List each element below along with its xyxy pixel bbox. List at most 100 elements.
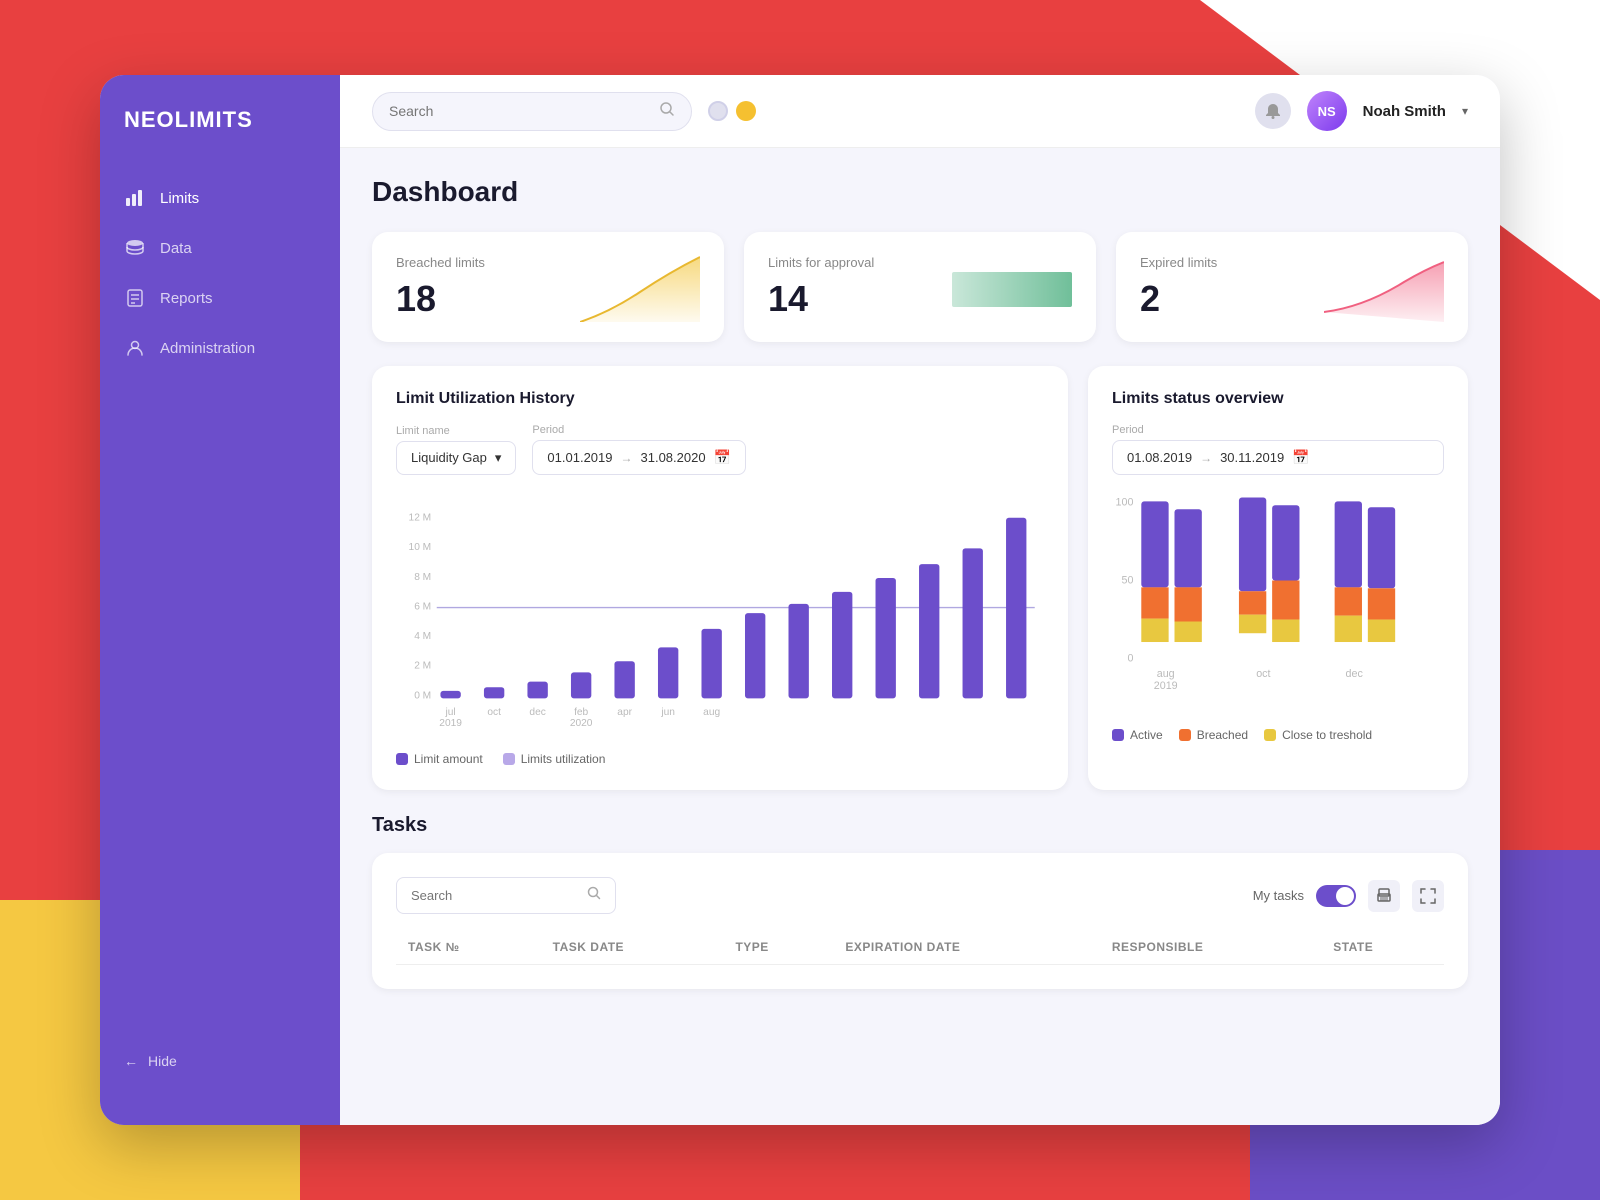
status-legend: Active Breached Close to treshold (1112, 728, 1444, 742)
utilization-chart-card: Limit Utilization History Limit name Liq… (372, 366, 1068, 790)
status-calendar-icon: 📅 (1292, 449, 1309, 466)
topbar-right: NS Noah Smith ▾ (1255, 91, 1468, 131)
svg-text:6 M: 6 M (414, 601, 431, 612)
svg-text:4 M: 4 M (414, 631, 431, 642)
stat-card-approval: Limits for approval 14 (744, 232, 1096, 342)
sidebar-item-data-label: Data (160, 240, 192, 257)
approval-label: Limits for approval (768, 255, 874, 270)
expired-value: 2 (1140, 278, 1217, 320)
svg-text:2 M: 2 M (414, 661, 431, 672)
print-button[interactable] (1368, 880, 1400, 912)
period-control: Period 01.01.2019 → 31.08.2020 📅 (532, 424, 746, 475)
tasks-card: My tasks (372, 853, 1468, 989)
breached-chart (580, 252, 700, 322)
search-icon (659, 101, 675, 122)
admin-icon (124, 337, 146, 359)
svg-text:dec: dec (1346, 668, 1364, 680)
calendar-icon: 📅 (714, 449, 731, 466)
app-container: NEOLIMITS Limits (100, 75, 1500, 1125)
tasks-search-input[interactable] (411, 888, 579, 903)
tasks-search-icon (587, 886, 601, 905)
tasks-table: Task № Task date Type Expiration date Re… (396, 930, 1444, 965)
period-start: 01.01.2019 (547, 450, 612, 465)
page-title: Dashboard (372, 176, 1468, 208)
col-task-date: Task date (541, 930, 724, 965)
period-label: Period (532, 424, 746, 436)
sidebar-nav: Limits Data (100, 173, 340, 373)
bar-chart-container: 12 M 10 M 8 M 6 M 4 M 2 M 0 M (396, 495, 1044, 740)
svg-text:8 M: 8 M (414, 572, 431, 583)
expired-chart (1324, 252, 1444, 322)
light-theme-dot[interactable] (708, 101, 728, 121)
breached-label: Breached limits (396, 255, 485, 270)
report-icon (124, 287, 146, 309)
tasks-controls: My tasks (1253, 880, 1444, 912)
status-period-control: Period 01.08.2019 → 30.11.2019 📅 (1112, 424, 1444, 475)
dark-theme-dot[interactable] (736, 101, 756, 121)
svg-text:oct: oct (1256, 668, 1270, 680)
date-range[interactable]: 01.01.2019 → 31.08.2020 📅 (532, 440, 746, 475)
col-task-no: Task № (396, 930, 541, 965)
user-name: Noah Smith (1363, 103, 1446, 120)
svg-text:0 M: 0 M (414, 690, 431, 701)
limit-amount-label: Limit amount (414, 752, 483, 766)
sidebar-item-administration-label: Administration (160, 340, 255, 357)
user-avatar: NS (1307, 91, 1347, 131)
legend-active: Active (1112, 728, 1163, 742)
expired-label: Expired limits (1140, 255, 1217, 270)
svg-text:100: 100 (1116, 496, 1134, 508)
status-date-range[interactable]: 01.08.2019 → 30.11.2019 📅 (1112, 440, 1444, 475)
period-end: 31.08.2020 (641, 450, 706, 465)
dropdown-chevron: ▾ (495, 450, 502, 466)
utilization-svg: 12 M 10 M 8 M 6 M 4 M 2 M 0 M (396, 495, 1044, 735)
legend-close: Close to treshold (1264, 728, 1372, 742)
svg-text:jul: jul (445, 707, 456, 718)
range-arrow: → (621, 451, 633, 465)
tasks-section: Tasks My t (372, 814, 1468, 989)
limit-name-dropdown[interactable]: Liquidity Gap ▾ (396, 441, 516, 475)
sidebar-item-reports[interactable]: Reports (100, 273, 340, 323)
table-header-row: Task № Task date Type Expiration date Re… (396, 930, 1444, 965)
search-input[interactable] (389, 103, 651, 119)
col-state: State (1321, 930, 1444, 965)
svg-text:12 M: 12 M (409, 513, 432, 524)
svg-text:2019: 2019 (439, 718, 462, 729)
col-responsible: Responsible (1100, 930, 1321, 965)
my-tasks-toggle[interactable] (1316, 885, 1356, 907)
close-dot (1264, 729, 1276, 741)
hide-button[interactable]: ← Hide (124, 1053, 316, 1069)
approval-value: 14 (768, 278, 874, 320)
sidebar-item-administration[interactable]: Administration (100, 323, 340, 373)
svg-text:0: 0 (1127, 653, 1133, 665)
col-type: Type (723, 930, 833, 965)
close-label: Close to treshold (1282, 728, 1372, 742)
sidebar-bottom: ← Hide (100, 1029, 340, 1093)
active-dot (1112, 729, 1124, 741)
breached-dot (1179, 729, 1191, 741)
svg-text:aug: aug (1157, 668, 1175, 680)
search-box[interactable] (372, 92, 692, 131)
expand-button[interactable] (1412, 880, 1444, 912)
status-svg: 100 50 0 (1112, 491, 1444, 711)
tasks-search-box[interactable] (396, 877, 616, 914)
sidebar: NEOLIMITS Limits (100, 75, 340, 1125)
status-title: Limits status overview (1112, 390, 1444, 408)
stat-cards: Breached limits 18 (372, 232, 1468, 342)
sidebar-item-limits[interactable]: Limits (100, 173, 340, 223)
theme-toggles (708, 101, 756, 121)
status-period-end: 30.11.2019 (1220, 450, 1284, 465)
svg-text:apr: apr (617, 707, 632, 718)
toggle-knob (1336, 887, 1354, 905)
notification-button[interactable] (1255, 93, 1291, 129)
svg-text:2020: 2020 (570, 718, 593, 729)
sidebar-item-data[interactable]: Data (100, 223, 340, 273)
utilization-title: Limit Utilization History (396, 390, 1044, 408)
page-content: Dashboard Breached limits 18 (340, 148, 1500, 1125)
my-tasks-label: My tasks (1253, 888, 1304, 903)
stat-card-expired: Expired limits 2 (1116, 232, 1468, 342)
legend-limits-util: Limits utilization (503, 752, 606, 766)
stat-card-breached: Breached limits 18 (372, 232, 724, 342)
user-dropdown-chevron[interactable]: ▾ (1462, 104, 1468, 118)
sidebar-item-limits-label: Limits (160, 190, 199, 207)
active-label: Active (1130, 728, 1163, 742)
